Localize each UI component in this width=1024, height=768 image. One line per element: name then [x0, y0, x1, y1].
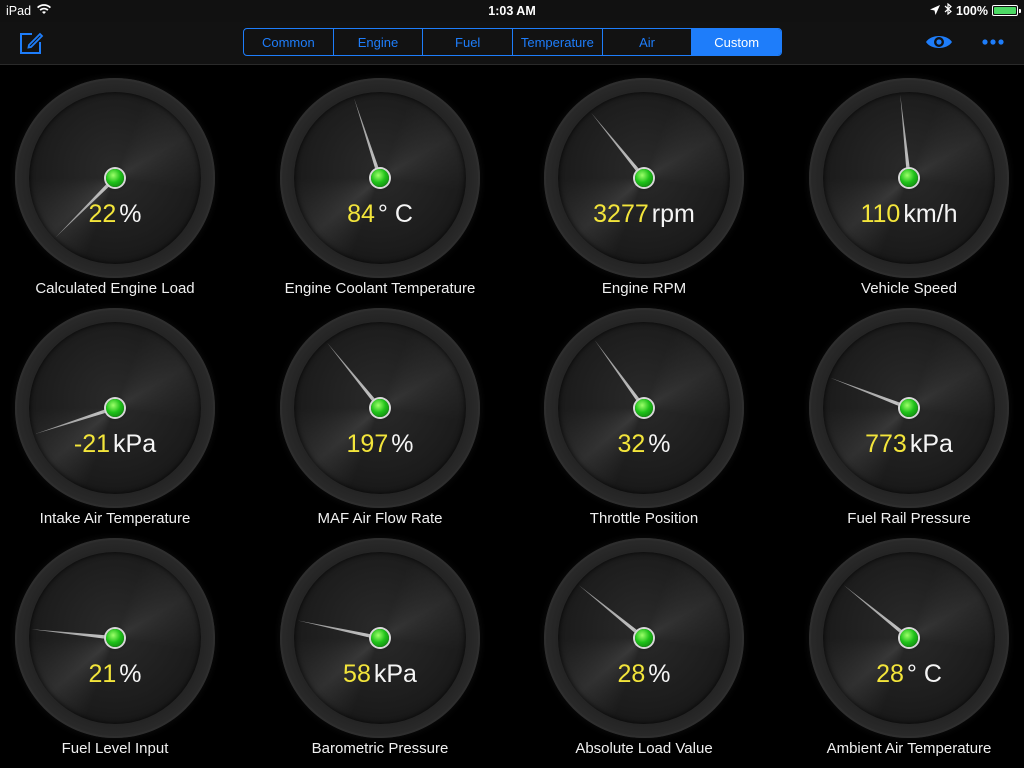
compose-icon[interactable] [18, 30, 44, 56]
gauge-dial: 84 ° C [280, 78, 480, 278]
gauge-value: 28 [617, 660, 646, 688]
battery-icon [992, 5, 1021, 16]
gauge-hub [371, 169, 389, 187]
gauge-dial: 3277 rpm [544, 78, 744, 278]
gauge-readout: -21 kPa [15, 430, 215, 459]
gauge-readout: 110 km/h [809, 200, 1009, 229]
gauge-hub [106, 169, 124, 187]
gauge-value: 773 [865, 430, 907, 458]
gauge-unit: kPa [373, 660, 417, 688]
gauge-dial: 110 km/h [809, 78, 1009, 278]
gauge-hub [371, 399, 389, 417]
gauge-unit: % [648, 660, 671, 688]
gauge[interactable]: 3277 rpm Engine RPM [512, 64, 776, 297]
gauge[interactable]: 197% MAF Air Flow Rate [248, 294, 512, 527]
gauge-dial: 773 kPa [809, 308, 1009, 508]
gauge[interactable]: 58 kPa Barometric Pressure [248, 524, 512, 757]
gauge-label: Ambient Air Temperature [826, 740, 992, 757]
bluetooth-icon [944, 2, 952, 18]
gauge-hub [106, 399, 124, 417]
gauge-unit: % [119, 200, 142, 228]
gauge-readout: 32% [544, 430, 744, 459]
gauge[interactable]: 22% Calculated Engine Load [0, 64, 247, 297]
gauge-unit: % [119, 660, 142, 688]
gauge-unit: % [648, 430, 671, 458]
gauge-hub [900, 169, 918, 187]
gauge-value: 58 [343, 660, 371, 688]
gauge[interactable]: 84 ° C Engine Coolant Temperature [248, 64, 512, 297]
gauge-unit: kPa [113, 430, 157, 458]
tab-custom[interactable]: Custom [692, 29, 781, 55]
gauge-dial: 21% [15, 538, 215, 738]
gauge[interactable]: 773 kPa Fuel Rail Pressure [777, 294, 1024, 527]
gauge-dial: 197% [280, 308, 480, 508]
gauge-readout: 197% [280, 430, 480, 459]
gauge-hub [635, 629, 653, 647]
gauge-unit: rpm [651, 200, 695, 228]
gauge-hub [371, 629, 389, 647]
gauge-label: Absolute Load Value [575, 740, 713, 757]
location-arrow-icon [930, 4, 941, 18]
gauge-value: 32 [617, 430, 646, 458]
gauge-unit: % [391, 430, 414, 458]
gauge-hub [900, 629, 918, 647]
gauge-readout: 58 kPa [280, 660, 480, 689]
gauge[interactable]: 21% Fuel Level Input [0, 524, 247, 757]
gauge-unit: ° C [906, 660, 942, 688]
gauge-value: 3277 [593, 200, 649, 228]
gauge-value: 22 [88, 200, 117, 228]
tab-engine[interactable]: Engine [334, 29, 424, 55]
gauge[interactable]: 110 km/h Vehicle Speed [777, 64, 1024, 297]
status-bar: iPad 1:03 AM 100% [0, 0, 1024, 22]
gauge-unit: km/h [903, 200, 958, 228]
gauge-readout: 3277 rpm [544, 200, 744, 229]
gauge-value: 21 [88, 660, 117, 688]
gauge-hub [900, 399, 918, 417]
gauge-value: 28 [876, 660, 904, 688]
gauge[interactable]: 28% Absolute Load Value [512, 524, 776, 757]
tab-fuel[interactable]: Fuel [423, 29, 514, 55]
gauge-value: -21 [73, 430, 111, 458]
battery-percent: 100% [956, 3, 988, 18]
gauge-value: 197 [346, 430, 389, 458]
gauge-readout: 84 ° C [280, 200, 480, 229]
gauge[interactable]: -21 kPa Intake Air Temperature [0, 294, 247, 527]
gauge-value: 84 [347, 200, 375, 228]
gauge-dial: 32% [544, 308, 744, 508]
more-icon[interactable] [980, 34, 1006, 50]
gauge[interactable]: 32% Throttle Position [512, 294, 776, 527]
gauge-readout: 22% [15, 200, 215, 229]
nav-bar: Common Engine Fuel Temperature Air Custom [0, 22, 1024, 65]
gauge-hub [635, 169, 653, 187]
eye-icon[interactable] [924, 30, 954, 54]
gauge-dial: 58 kPa [280, 538, 480, 738]
gauge-hub [635, 399, 653, 417]
status-right: 100% [930, 2, 1021, 18]
gauge-readout: 28 ° C [809, 660, 1009, 689]
gauge-unit: kPa [909, 430, 953, 458]
gauge-value: 110 [860, 200, 901, 228]
gauge-label: Fuel Level Input [61, 740, 169, 757]
gauge-dial: -21 kPa [15, 308, 215, 508]
gauge-dial: 22% [15, 78, 215, 278]
gauge-hub [106, 629, 124, 647]
gauge-readout: 773 kPa [809, 430, 1009, 459]
gauge-readout: 21% [15, 660, 215, 689]
gauge-dial: 28% [544, 538, 744, 738]
battery-fill [994, 7, 1016, 14]
gauge-unit: ° C [377, 200, 413, 228]
gauge-grid: 22% Calculated Engine Load 84 ° C Engine Coo… [0, 64, 1024, 768]
tab-temperature[interactable]: Temperature [513, 29, 603, 55]
tab-air[interactable]: Air [603, 29, 693, 55]
status-time: 1:03 AM [488, 4, 536, 18]
gauge-readout: 28% [544, 660, 744, 689]
tab-common[interactable]: Common [244, 29, 334, 55]
gauge-label: Barometric Pressure [311, 740, 449, 757]
gauge-dial: 28 ° C [809, 538, 1009, 738]
category-tabs: Common Engine Fuel Temperature Air Custom [243, 28, 782, 56]
gauge[interactable]: 28 ° C Ambient Air Temperature [777, 524, 1024, 757]
